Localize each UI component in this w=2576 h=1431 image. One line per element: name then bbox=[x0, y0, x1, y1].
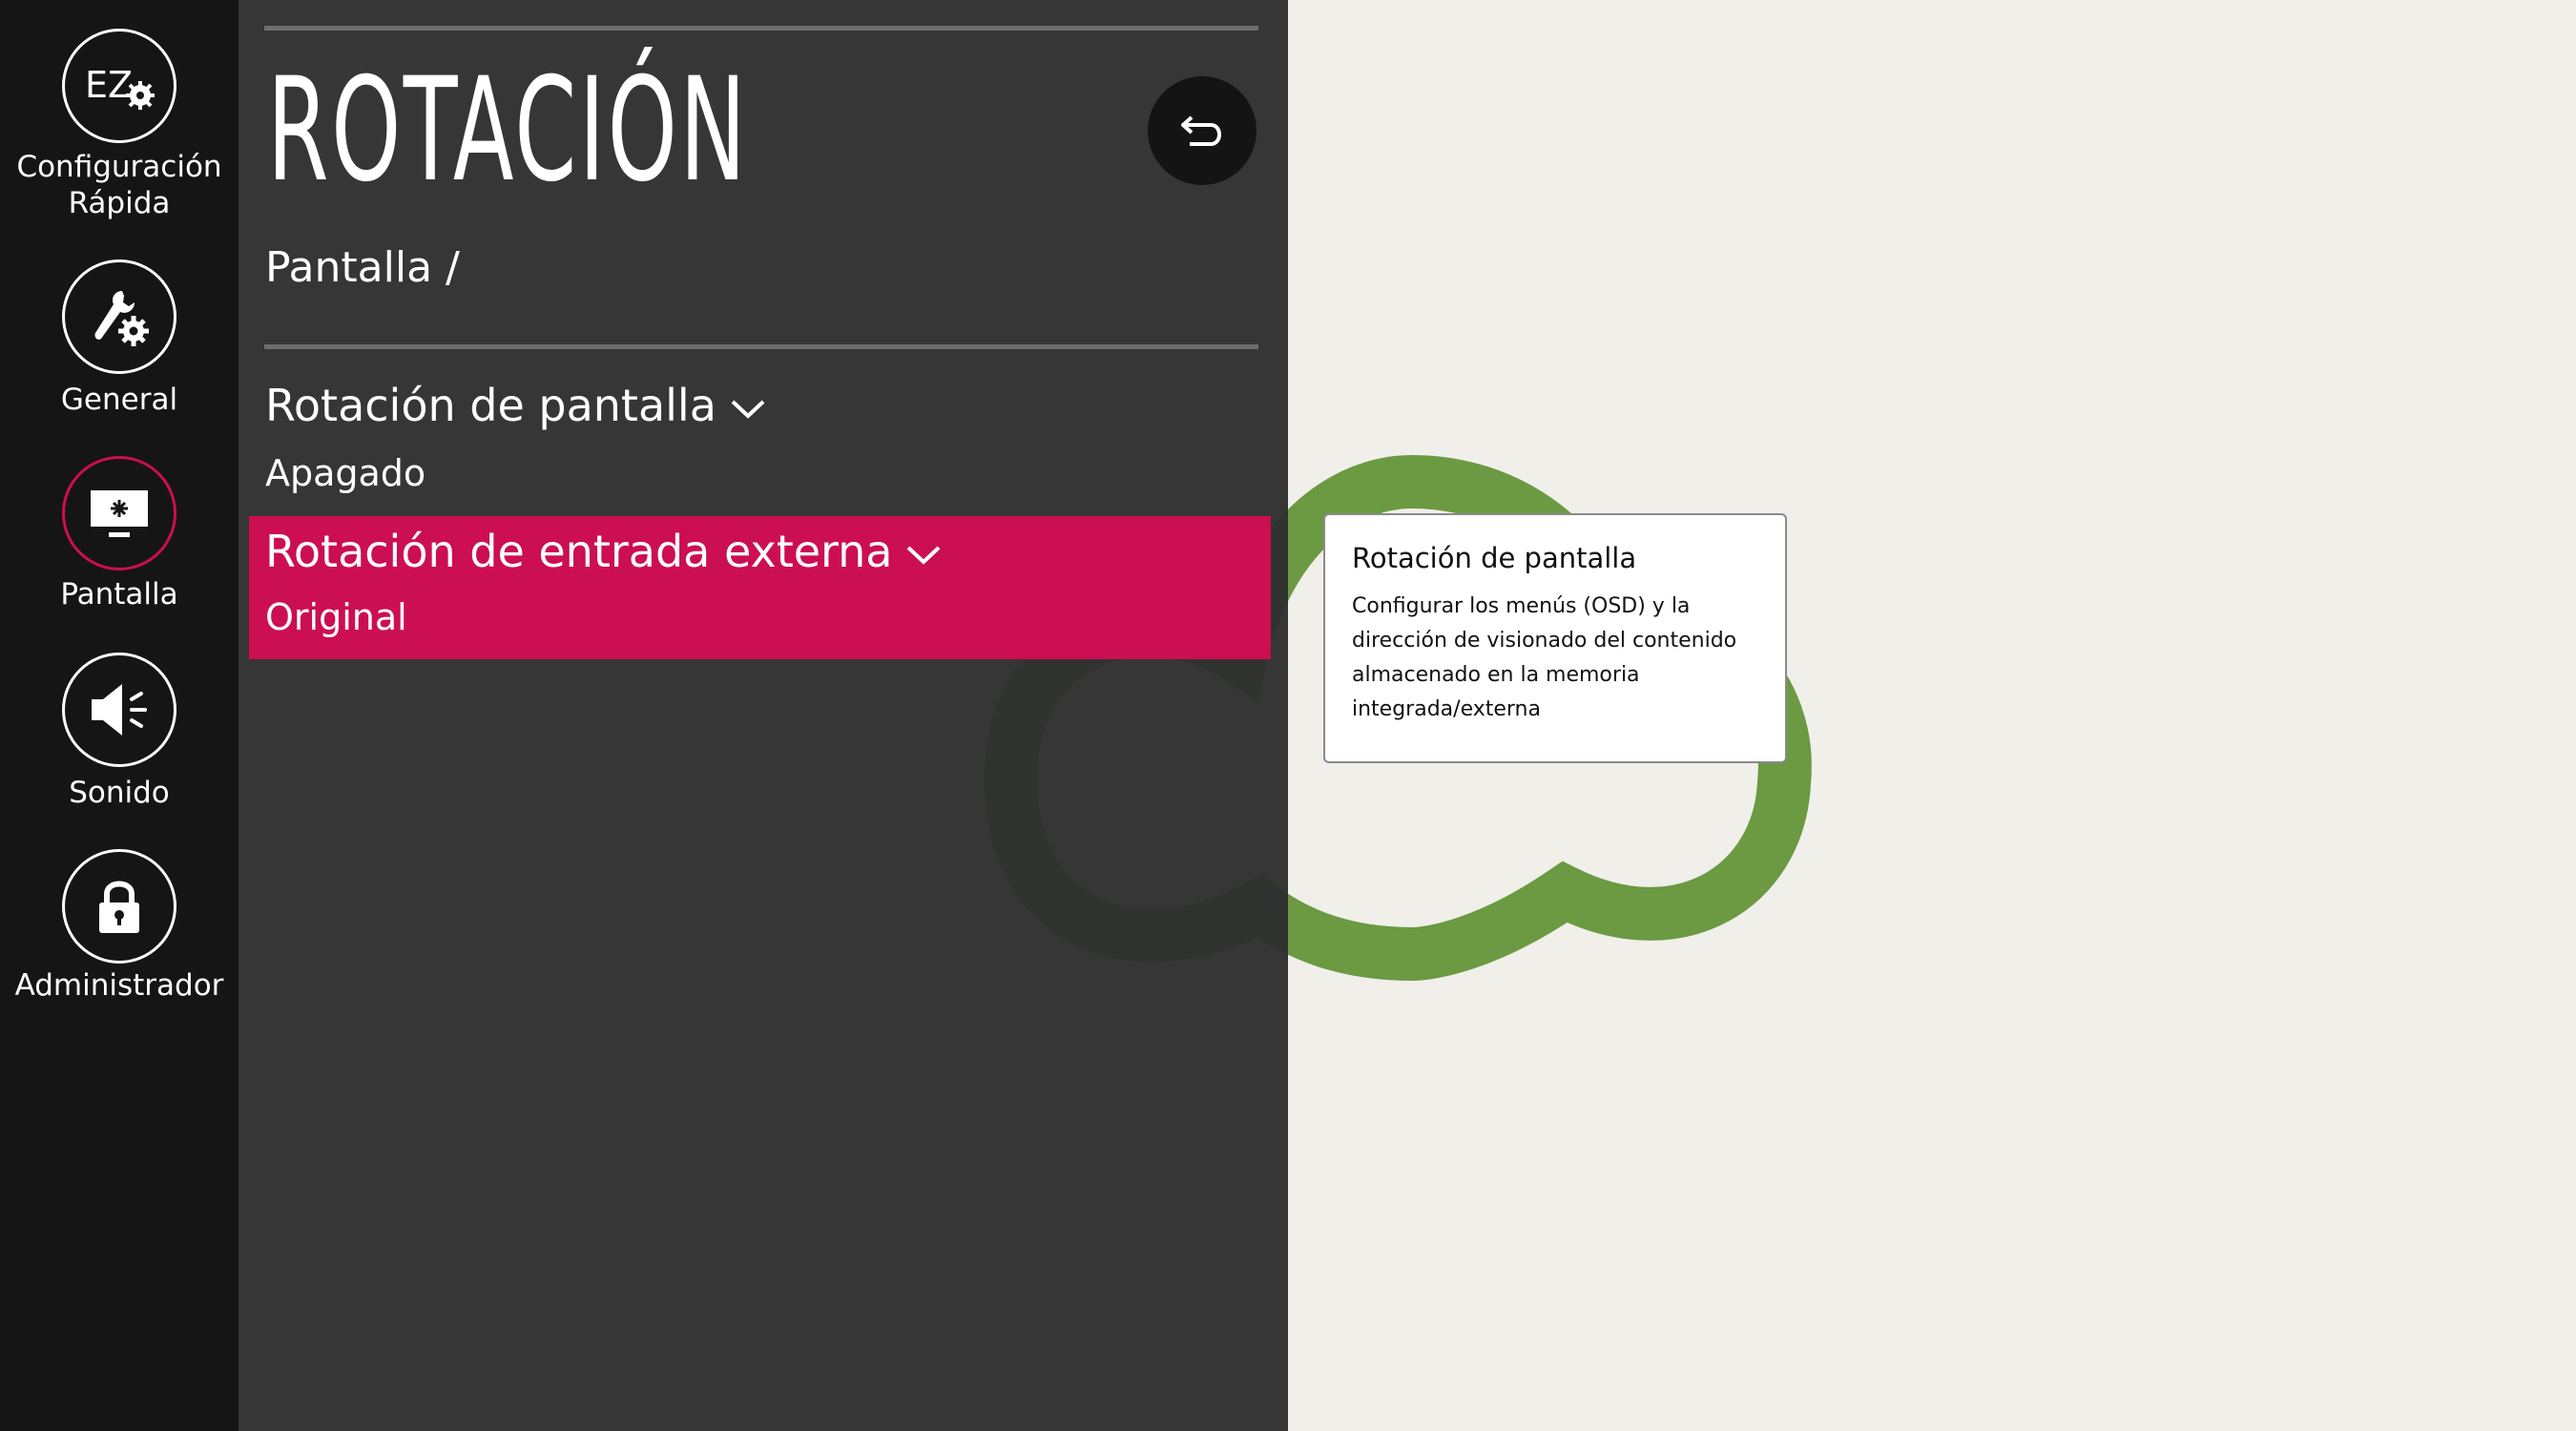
option-title-text: Rotación de entrada externa bbox=[265, 526, 893, 577]
speaker-icon bbox=[62, 653, 177, 767]
ez-settings-icon: EZ bbox=[62, 29, 177, 143]
breadcrumb: Pantalla / bbox=[265, 243, 460, 292]
option-value: Original bbox=[265, 596, 407, 638]
monitor-icon bbox=[62, 456, 177, 570]
option-title: Rotación de entrada externa bbox=[265, 526, 942, 577]
tooltip-body: Configurar los menús (OSD) y la direcció… bbox=[1352, 594, 1737, 721]
help-tooltip: Rotación de pantalla Configurar los menú… bbox=[1323, 513, 1787, 763]
option-external-input-rotation[interactable]: Rotación de entrada externa Original bbox=[249, 516, 1271, 659]
svg-text:EZ: EZ bbox=[85, 64, 133, 106]
option-title: Rotación de pantalla bbox=[265, 380, 766, 431]
wrench-gear-icon bbox=[62, 259, 177, 374]
chevron-down-icon bbox=[731, 400, 765, 419]
back-arrow-icon bbox=[1181, 115, 1221, 146]
sidebar-item-label: Configuración Rápida bbox=[16, 150, 222, 220]
divider bbox=[264, 26, 1258, 31]
tooltip-title: Rotación de pantalla bbox=[1352, 542, 1637, 574]
sidebar-item-label: Sonido bbox=[69, 776, 170, 810]
sidebar: EZ Configuración Rápida General Pantalla… bbox=[0, 0, 239, 1431]
chevron-down-icon bbox=[907, 546, 941, 565]
option-title-text: Rotación de pantalla bbox=[265, 380, 717, 431]
settings-panel: ROTACIÓN Pantalla / Rotación de pantalla… bbox=[239, 0, 1288, 1431]
option-screen-rotation[interactable]: Rotación de pantalla Apagado bbox=[249, 372, 1271, 506]
sidebar-item-label: Administrador bbox=[14, 968, 224, 1003]
sidebar-item-label: Pantalla bbox=[60, 577, 178, 612]
option-value: Apagado bbox=[265, 452, 426, 494]
back-button[interactable] bbox=[1148, 76, 1257, 185]
page-title: ROTACIÓN bbox=[267, 48, 749, 214]
lock-icon bbox=[62, 849, 177, 964]
sidebar-item-label: General bbox=[60, 383, 178, 417]
divider bbox=[264, 344, 1258, 349]
